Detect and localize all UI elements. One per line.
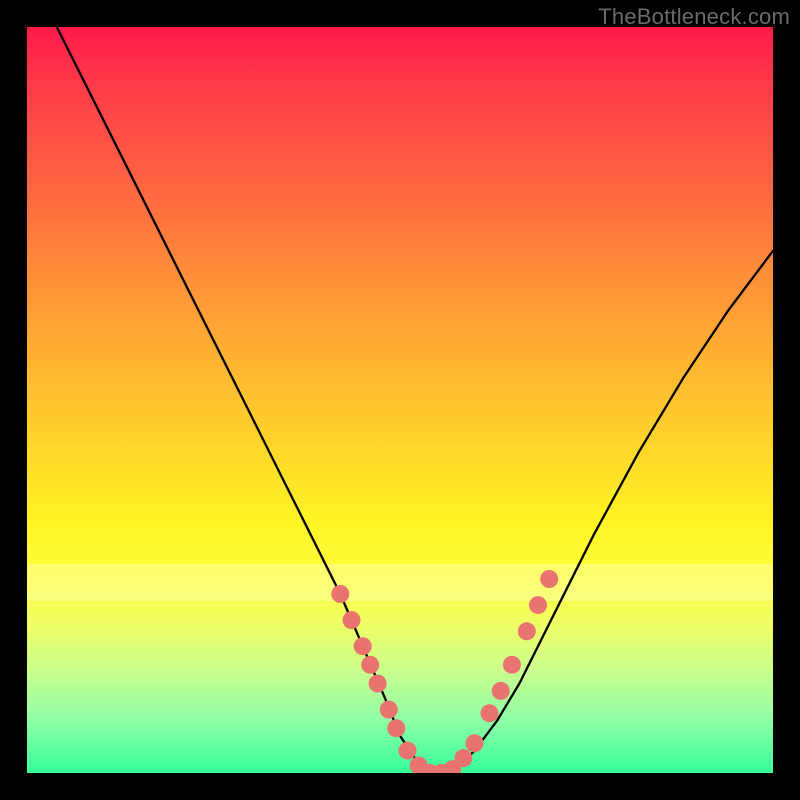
marker-dot [518, 622, 536, 640]
marker-dot [529, 596, 547, 614]
marker-dot [361, 656, 379, 674]
chart-svg [27, 27, 773, 773]
curve-path [57, 27, 773, 773]
marker-dot [354, 637, 372, 655]
marker-dot [481, 704, 499, 722]
marker-dot [369, 675, 387, 693]
marker-dot [492, 682, 510, 700]
marker-dot [454, 749, 472, 767]
marker-dot [387, 719, 405, 737]
outer-frame: TheBottleneck.com [0, 0, 800, 800]
marker-dot [343, 611, 361, 629]
marker-dot [466, 734, 484, 752]
plot-area [27, 27, 773, 773]
marker-dot [399, 742, 417, 760]
marker-dot [503, 656, 521, 674]
marker-dot [540, 570, 558, 588]
marker-dot [380, 701, 398, 719]
marker-dot [331, 585, 349, 603]
